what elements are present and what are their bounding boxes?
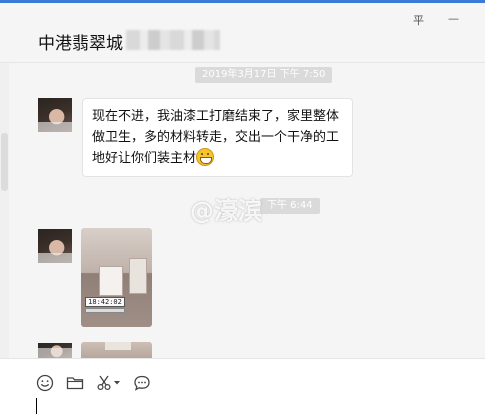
watermark: @濠滨	[190, 197, 262, 225]
minimize-button[interactable]: —	[448, 12, 459, 25]
grin-icon	[196, 148, 215, 166]
scissors-icon[interactable]	[95, 373, 115, 393]
timestamp: 2019年3月17日 下午 7:50	[195, 67, 333, 83]
pin-button[interactable]: 平	[413, 12, 424, 28]
redacted-title-suffix	[126, 30, 220, 50]
timestamp: 下午 6:44	[260, 198, 320, 214]
chevron-down-icon[interactable]	[113, 379, 121, 387]
photo-ceiling-beam	[105, 342, 131, 350]
chat-title: 中港翡翠城	[38, 34, 123, 54]
avatar[interactable]	[38, 229, 72, 263]
chat-scrollbar[interactable]	[0, 63, 9, 358]
chat-header: 中港翡翠城 平 —	[0, 3, 485, 63]
chat-bubble-icon[interactable]	[132, 373, 152, 393]
photo-clock-display: 18:42:02	[85, 297, 125, 307]
photo-window	[129, 258, 147, 294]
image-message[interactable]	[81, 342, 152, 358]
scrollbar-thumb[interactable]	[1, 133, 8, 191]
photo-clock-base	[85, 308, 125, 313]
photo-window	[99, 266, 123, 296]
folder-icon[interactable]	[65, 373, 85, 393]
message-text: 现在不进，我油漆工打磨结束了，家里整体做卫生，多的材料转走，交出一个干净的工地好…	[92, 109, 340, 166]
text-caret	[36, 398, 37, 414]
emoji-icon[interactable]	[35, 373, 55, 393]
avatar[interactable]	[38, 98, 72, 132]
image-message[interactable]: 18:42:02	[81, 228, 152, 327]
message-bubble[interactable]: 现在不进，我油漆工打磨结束了，家里整体做卫生，多的材料转走，交出一个干净的工地好…	[82, 98, 353, 177]
message-input-area[interactable]	[0, 358, 485, 416]
avatar[interactable]	[38, 343, 72, 358]
